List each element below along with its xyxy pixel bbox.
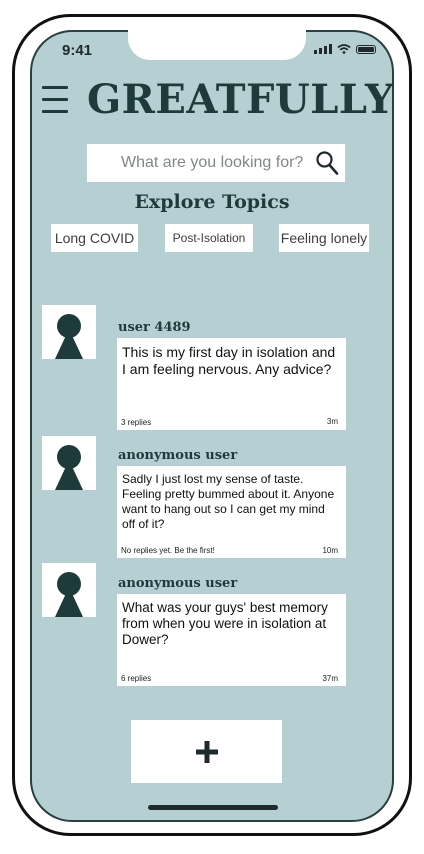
wifi-icon [337, 44, 351, 54]
avatar[interactable] [42, 563, 96, 617]
avatar[interactable] [42, 305, 96, 359]
search-input[interactable] [119, 153, 333, 173]
add-post-button[interactable] [131, 720, 282, 783]
app-title: GREATFULLY [87, 76, 395, 123]
phone-notch [128, 30, 306, 60]
search-bar[interactable] [87, 144, 345, 182]
post-text: This is my first day in isolation and I … [122, 344, 336, 377]
topic-chip-feeling-lonely[interactable]: Feeling lonely [279, 224, 369, 252]
avatar[interactable] [42, 436, 96, 490]
post-timestamp: 10m [322, 546, 338, 555]
menu-icon[interactable] [42, 86, 68, 116]
post-username[interactable]: anonymous user [118, 448, 237, 463]
battery-icon [356, 44, 376, 54]
search-icon[interactable] [315, 150, 339, 176]
signal-icon [314, 44, 332, 54]
post-timestamp: 3m [326, 417, 338, 426]
post-replies[interactable]: 6 replies [121, 674, 151, 683]
post-replies[interactable]: 3 replies [121, 418, 151, 427]
avatar-icon [55, 445, 83, 490]
post-text: What was your guys' best memory from whe… [122, 600, 328, 647]
status-time: 9:41 [62, 42, 93, 59]
post-username[interactable]: user 4489 [118, 320, 191, 335]
post-replies[interactable]: No replies yet. Be the first! [121, 546, 215, 555]
home-indicator[interactable] [148, 805, 278, 810]
topic-chip-long-covid[interactable]: Long COVID [51, 224, 138, 252]
plus-icon [195, 740, 218, 763]
avatar-icon [55, 572, 83, 617]
post-username[interactable]: anonymous user [118, 576, 237, 591]
post-card[interactable]: Sadly I just lost my sense of taste. Fee… [117, 466, 346, 558]
avatar-icon [55, 314, 83, 359]
status-icons [314, 44, 376, 54]
post-card[interactable]: What was your guys' best memory from whe… [117, 594, 346, 686]
post-text: Sadly I just lost my sense of taste. Fee… [122, 472, 335, 531]
post-card[interactable]: This is my first day in isolation and I … [117, 338, 346, 430]
topic-chip-post-isolation[interactable]: Post-Isolation [165, 224, 253, 252]
post-timestamp: 37m [322, 674, 338, 683]
explore-topics-title: Explore Topics [134, 191, 290, 213]
